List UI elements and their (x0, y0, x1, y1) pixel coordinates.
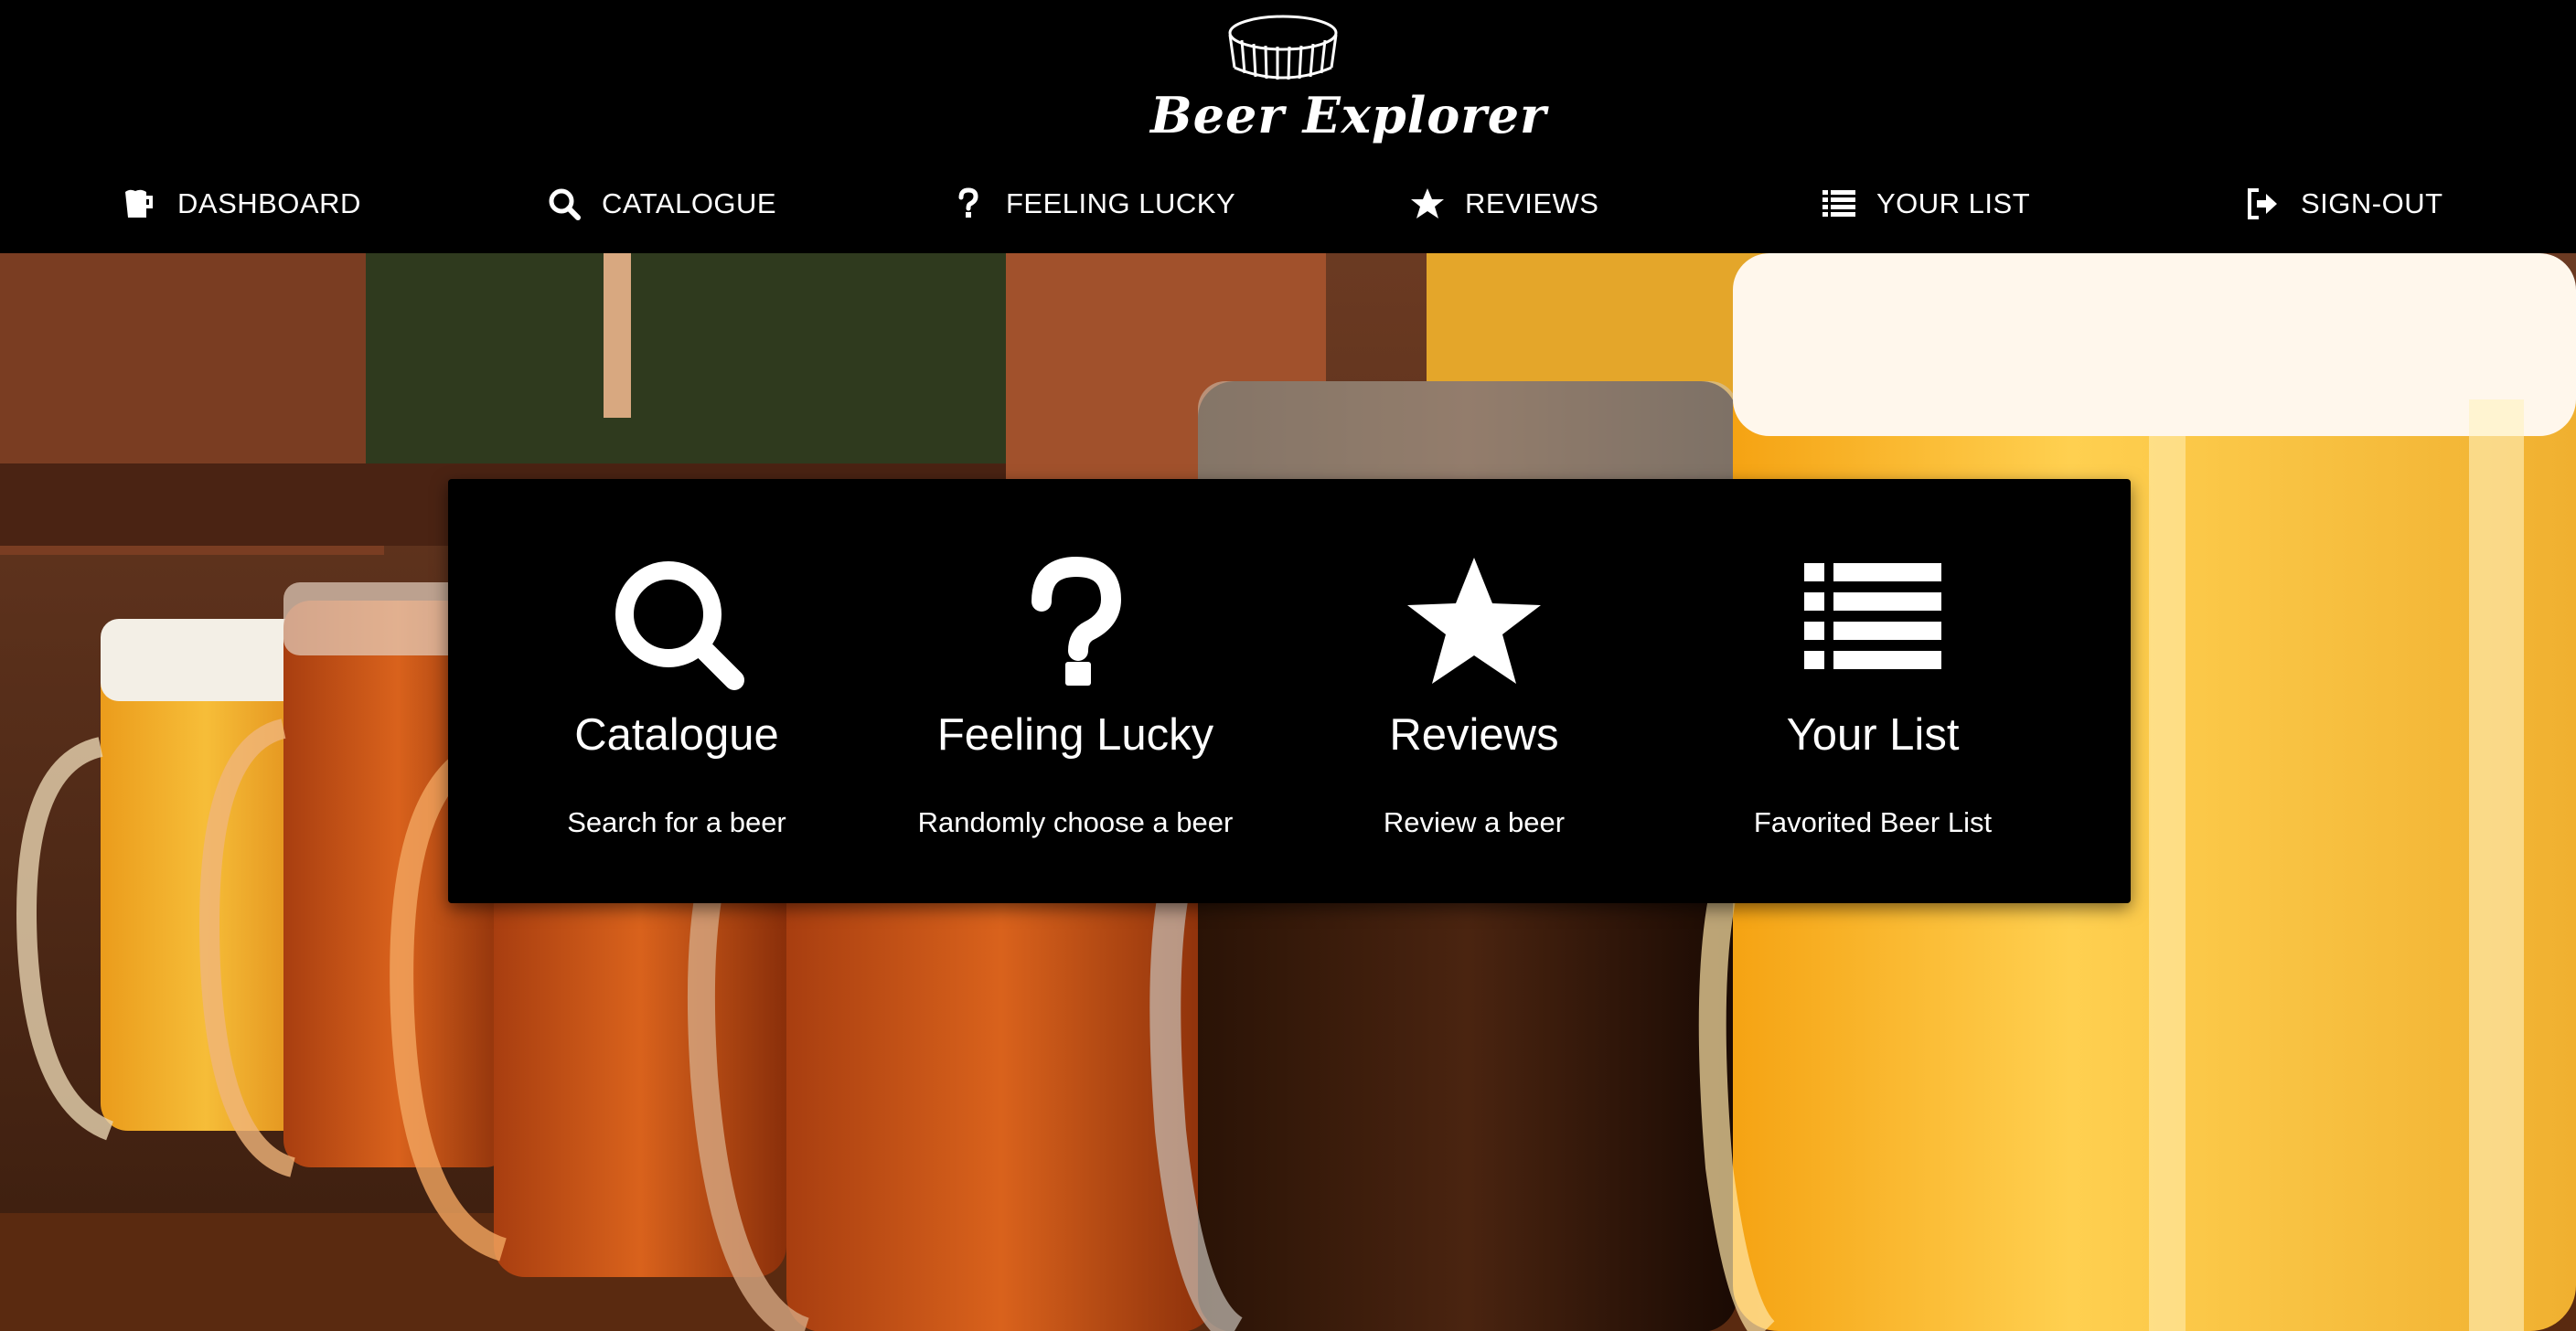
sign-out-icon (2246, 186, 2281, 221)
nav-item-sign-out[interactable]: SIGN-OUT (2246, 174, 2443, 234)
feature-subtitle: Favorited Beer List (1753, 806, 1993, 838)
nav-item-catalogue[interactable]: CATALOGUE (547, 174, 776, 234)
search-icon (547, 186, 582, 221)
star-icon (1410, 186, 1445, 221)
search-icon (608, 554, 745, 691)
feature-title: Reviews (1389, 710, 1559, 760)
list-icon (1804, 554, 1941, 691)
feature-card-your-list[interactable]: Your List Favorited Beer List (1673, 479, 2072, 903)
feature-title: Your List (1786, 710, 1960, 760)
nav-label-dashboard: DASHBOARD (177, 187, 361, 219)
feature-subtitle: Search for a beer (567, 806, 786, 838)
nav-label-sign-out: SIGN-OUT (2301, 187, 2443, 219)
site-header: Beer Explorer DASHBOARD CATALOGUE FEELIN… (0, 0, 2576, 253)
feature-card-catalogue[interactable]: Catalogue Search for a beer (477, 479, 876, 903)
bottle-cap-icon (1228, 15, 1338, 80)
nav-item-feeling-lucky[interactable]: FEELING LUCKY (951, 174, 1235, 234)
beer-mug-icon (123, 186, 157, 221)
feature-subtitle: Randomly choose a beer (917, 806, 1234, 838)
list-icon (1822, 186, 1856, 221)
nav-label-your-list: YOUR LIST (1876, 187, 2031, 219)
nav-item-your-list[interactable]: YOUR LIST (1822, 174, 2030, 234)
features-panel: Catalogue Search for a beer Feeling Luck… (448, 479, 2131, 903)
feature-card-feeling-lucky[interactable]: Feeling Lucky Randomly choose a beer (876, 479, 1275, 903)
beer-explorer-dashboard: Beer Explorer DASHBOARD CATALOGUE FEELIN… (0, 0, 2576, 1331)
hero-background-image: Catalogue Search for a beer Feeling Luck… (0, 253, 2576, 1331)
question-icon (951, 186, 986, 221)
nav-item-dashboard[interactable]: DASHBOARD (123, 174, 361, 234)
nav-label-reviews: REVIEWS (1465, 187, 1599, 219)
nav-label-feeling-lucky: FEELING LUCKY (1006, 187, 1236, 219)
question-icon (1007, 554, 1144, 691)
star-icon (1406, 554, 1543, 691)
feature-title: Feeling Lucky (936, 710, 1214, 760)
feature-subtitle: Review a beer (1383, 806, 1566, 838)
nav-item-reviews[interactable]: REVIEWS (1410, 174, 1598, 234)
brand-logo[interactable]: Beer Explorer (1150, 11, 1547, 157)
nav-label-catalogue: CATALOGUE (602, 187, 777, 219)
main-nav: DASHBOARD CATALOGUE FEELING LUCKY REVIEW… (0, 174, 2576, 234)
feature-title: Catalogue (574, 710, 779, 760)
brand-name: Beer Explorer (1150, 86, 1547, 144)
feature-card-reviews[interactable]: Reviews Review a beer (1275, 479, 1673, 903)
